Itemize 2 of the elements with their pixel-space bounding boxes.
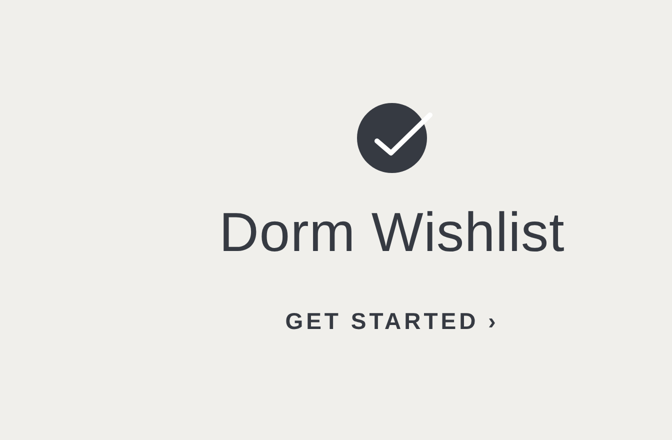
title: Dorm Wishlist: [219, 205, 565, 260]
get-started-link[interactable]: GET STARTED ›: [285, 304, 499, 338]
